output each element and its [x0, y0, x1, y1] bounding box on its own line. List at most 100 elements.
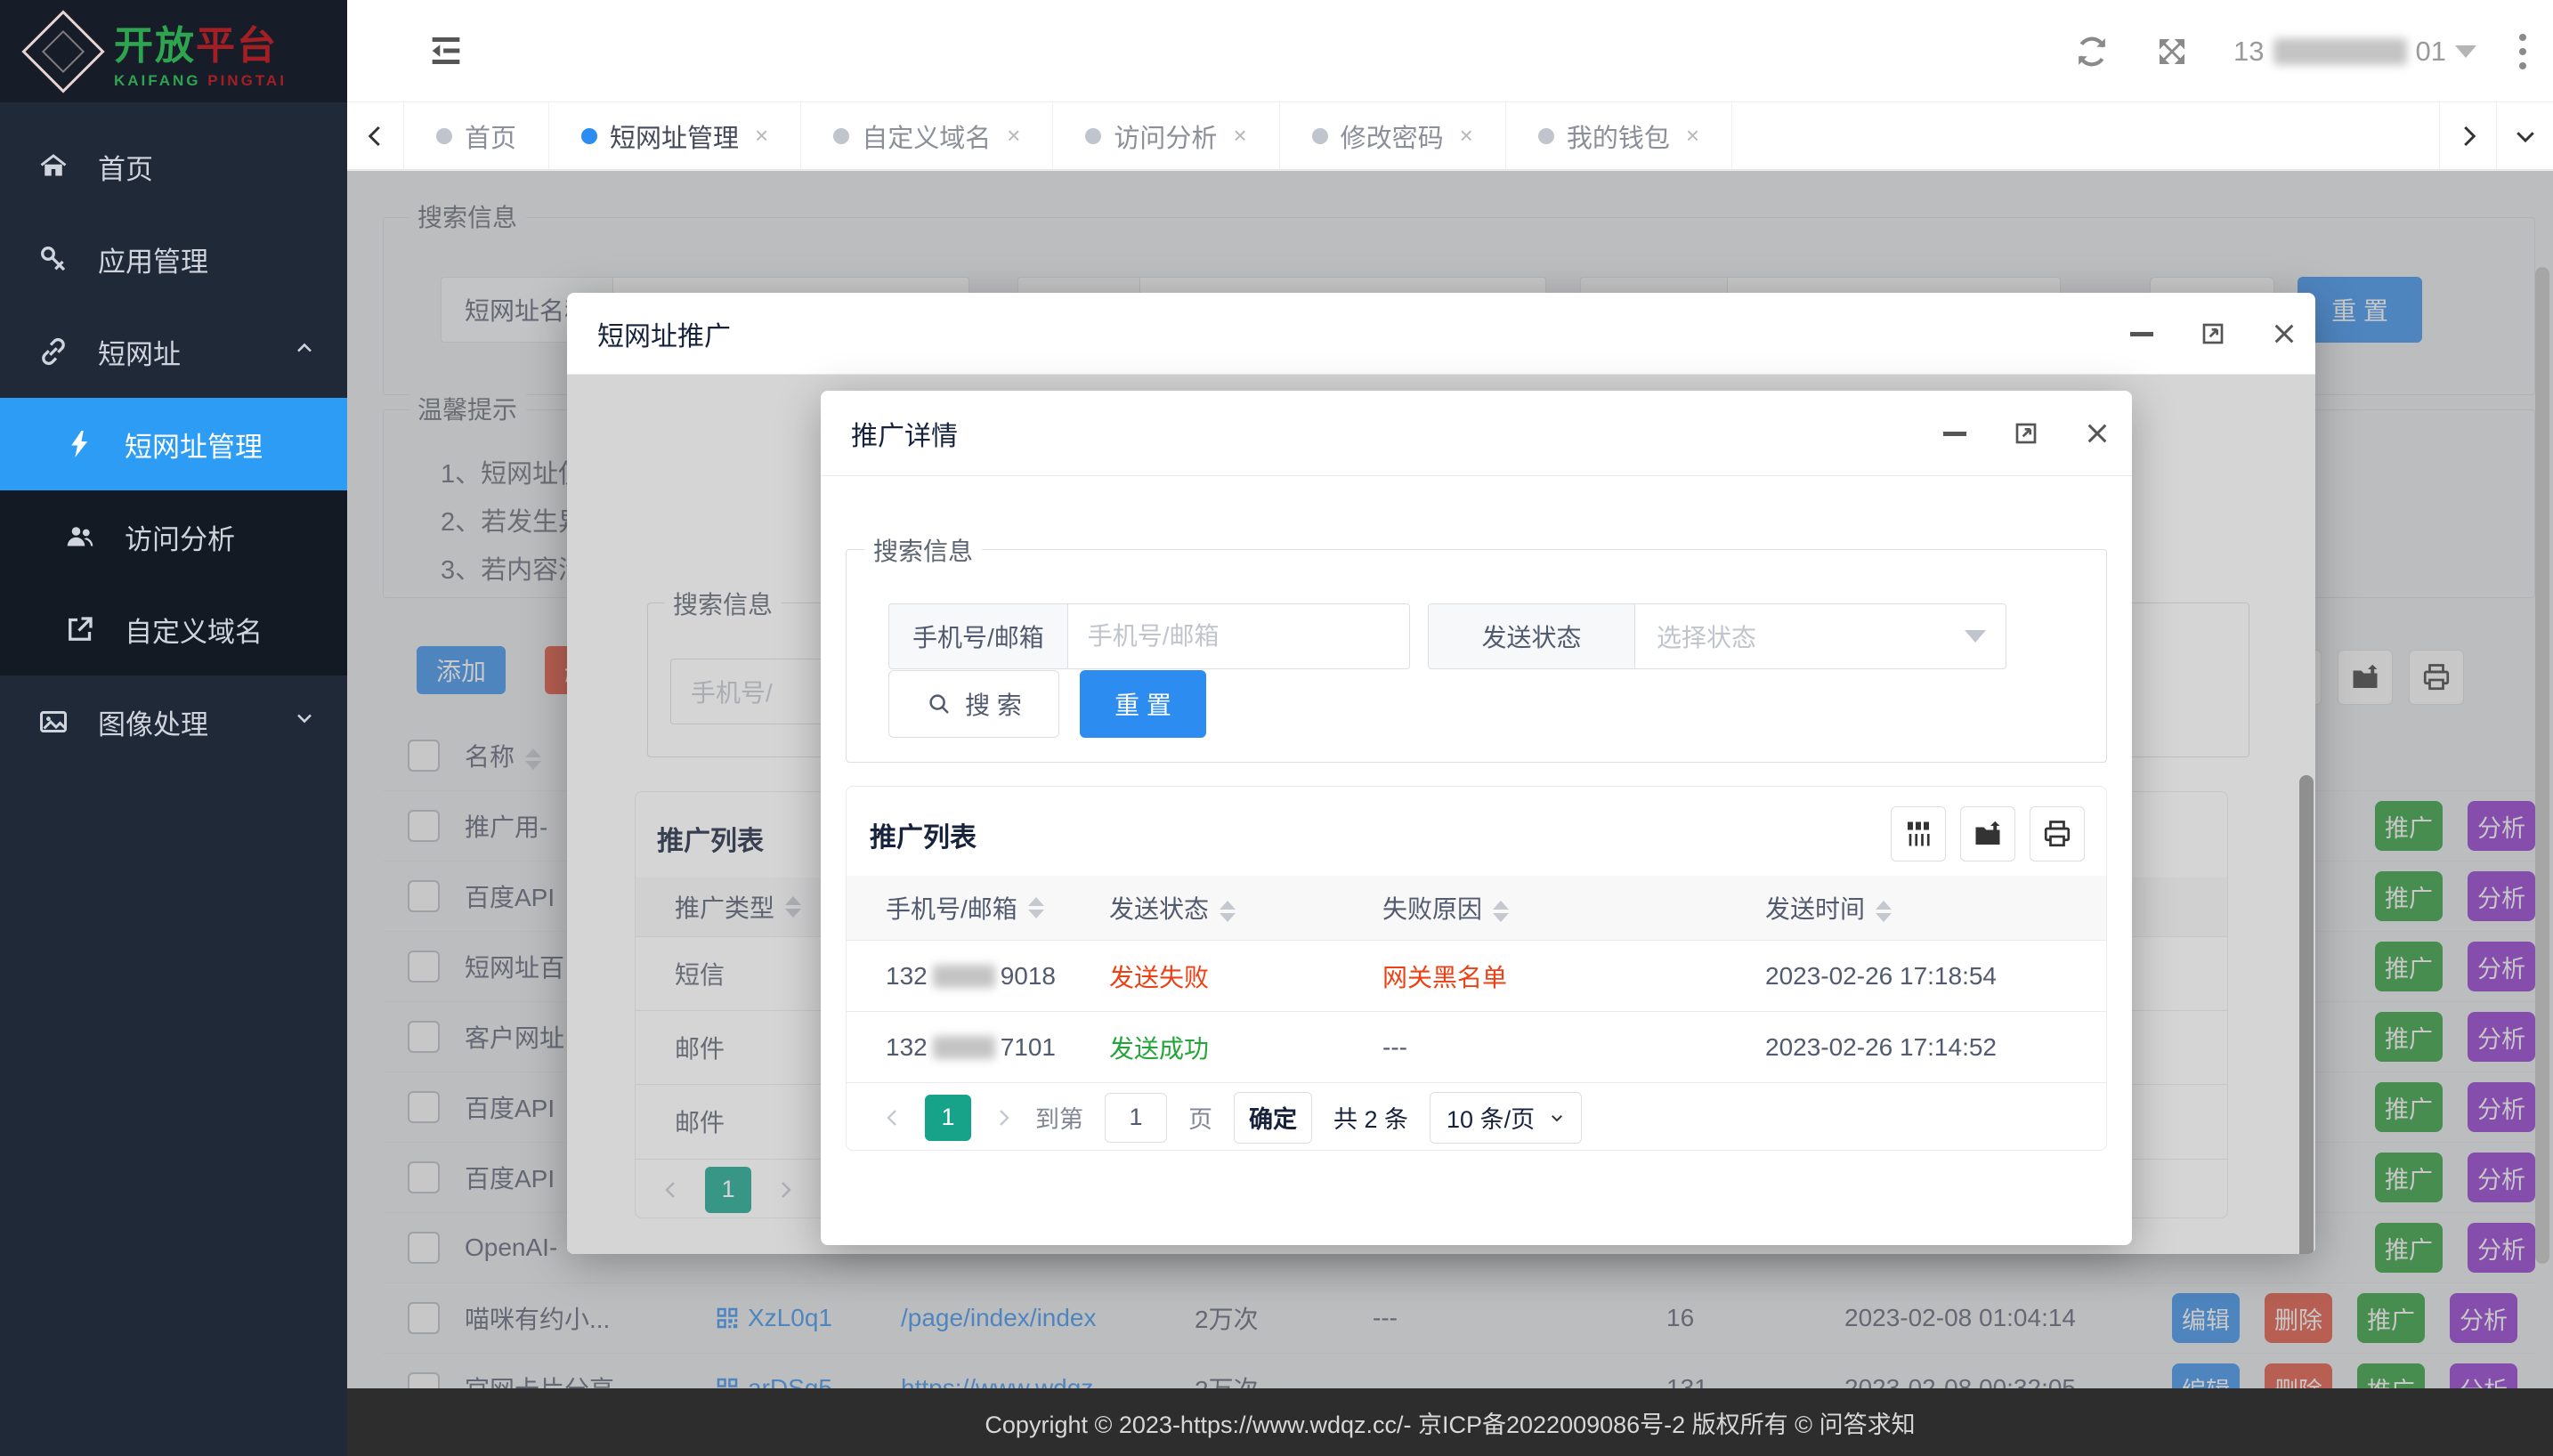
sidebar-item-shorturl[interactable]: 短网址: [0, 305, 347, 398]
tab-dot: [1538, 128, 1554, 144]
tab-my-wallet[interactable]: 我的钱包 ×: [1506, 102, 1732, 169]
top-header: 13 01: [347, 0, 2553, 102]
prev-page-icon[interactable]: [882, 1107, 904, 1128]
modal2-title: 推广详情: [851, 414, 958, 453]
phone-prefix: 13: [2233, 36, 2264, 68]
print-icon[interactable]: [2030, 806, 2085, 861]
status-cell: 发送成功: [1109, 1030, 1382, 1065]
modal2-table-header: 手机号/邮箱 发送状态 失败原因 发送时间: [847, 876, 2106, 940]
sort-icon[interactable]: [1028, 897, 1044, 918]
sort-icon[interactable]: [1220, 901, 1236, 922]
sidebar-item-label: 短网址管理: [125, 425, 263, 465]
next-page-icon[interactable]: [993, 1107, 1014, 1128]
tab-close-icon[interactable]: ×: [1233, 122, 1246, 150]
tab-dot: [581, 128, 597, 144]
modal2-phone-group: 手机号/邮箱: [888, 603, 1410, 669]
tabs-menu-icon[interactable]: [2496, 102, 2553, 169]
modal2-status-label: 发送状态: [1428, 603, 1634, 669]
modal2-search-panel: 搜索信息 手机号/邮箱 发送状态 选择状态 搜 索 重 置: [846, 549, 2107, 763]
modal2-promotion-list: 推广列表 手机号/邮箱 发送状态 失败原因 发送时间 132 9018: [846, 786, 2107, 1151]
time-cell: 2023-02-26 17:18:54: [1765, 962, 2106, 991]
modal2-reset-button[interactable]: 重 置: [1080, 670, 1206, 738]
modal2-search-legend: 搜索信息: [864, 532, 982, 568]
modal2-status-group: 发送状态 选择状态: [1428, 603, 2006, 669]
modal-promotion-detail: 推广详情 搜索信息 手机号/邮箱 发送状态 选择状态: [821, 391, 2132, 1245]
modal2-status-select[interactable]: 选择状态: [1634, 603, 2006, 669]
page-unit-label: 页: [1188, 1100, 1212, 1135]
modal2-phone-input[interactable]: [1067, 603, 1410, 669]
tab-change-password[interactable]: 修改密码×: [1280, 102, 1506, 169]
sort-icon[interactable]: [1876, 901, 1892, 922]
current-page-button[interactable]: 1: [925, 1095, 971, 1141]
col-status: 发送状态: [1109, 895, 1209, 923]
brand-text: 开放平台 KAIFANG PINGTAI: [114, 13, 287, 90]
page-size-select[interactable]: 10 条/页: [1430, 1092, 1582, 1144]
modal1-title: 短网址推广: [597, 314, 731, 353]
tab-visit-analysis[interactable]: 访问分析×: [1053, 102, 1279, 169]
more-menu-icon[interactable]: [2519, 34, 2526, 69]
chevron-up-icon: [292, 336, 317, 368]
maximize-icon[interactable]: [2011, 418, 2041, 449]
tab-home[interactable]: 首页: [404, 102, 549, 169]
copyright-text: Copyright © 2023-https://www.wdqz.cc/- 京…: [985, 1405, 1915, 1440]
sidebar-item-custom-domain[interactable]: 自定义域名: [0, 583, 347, 675]
home-icon: [37, 150, 69, 182]
confirm-page-button[interactable]: 确定: [1234, 1092, 1312, 1144]
phone-prefix: 132: [886, 962, 928, 991]
sidebar-item-home[interactable]: 首页: [0, 120, 347, 213]
sidebar-item-shorturl-manage[interactable]: 短网址管理: [0, 398, 347, 490]
sidebar-item-label: 自定义域名: [125, 610, 263, 650]
sidebar-item-visit-analysis[interactable]: 访问分析: [0, 490, 347, 583]
phone-cell: 132 7101: [847, 1033, 1109, 1062]
status-cell: 发送失败: [1109, 959, 1382, 994]
minimize-icon[interactable]: [2127, 319, 2157, 349]
tab-dot: [1312, 128, 1328, 144]
modal1-header[interactable]: 短网址推广: [567, 293, 2315, 375]
tab-dot: [1085, 128, 1101, 144]
modal2-search-button[interactable]: 搜 索: [888, 670, 1059, 738]
fullscreen-icon[interactable]: [2153, 33, 2191, 70]
redacted-phone-digits: [933, 1036, 995, 1059]
modal2-header[interactable]: 推广详情: [821, 391, 2132, 476]
modal2-pagination: 1 到第 1 页 确定 共 2 条 10 条/页: [847, 1082, 2106, 1152]
export-icon[interactable]: [1960, 806, 2015, 861]
tab-dot: [833, 128, 849, 144]
bolt-icon: [64, 428, 96, 460]
sidebar-collapse-icon[interactable]: [426, 30, 466, 71]
sidebar-item-image-processing[interactable]: 图像处理: [0, 675, 347, 768]
sidebar-item-apps[interactable]: 应用管理: [0, 213, 347, 305]
tab-label: 我的钱包: [1567, 117, 1670, 155]
tab-custom-domain[interactable]: 自定义域名×: [801, 102, 1053, 169]
tabs-scroll-left-icon[interactable]: [347, 102, 404, 169]
col-phone: 手机号/邮箱: [886, 890, 1017, 926]
link-icon: [37, 336, 69, 368]
modal2-list-title: 推广列表: [870, 815, 977, 854]
tab-label: 短网址管理: [610, 117, 739, 155]
close-icon[interactable]: [2269, 319, 2299, 349]
col-time: 发送时间: [1765, 895, 1865, 923]
external-link-icon: [64, 613, 96, 645]
close-icon[interactable]: [2082, 418, 2112, 449]
page-number-input[interactable]: 1: [1105, 1093, 1167, 1143]
tab-close-icon[interactable]: ×: [1686, 122, 1699, 150]
tab-close-icon[interactable]: ×: [1460, 122, 1473, 150]
tab-shorturl-manage[interactable]: 短网址管理 ×: [549, 102, 801, 169]
tab-close-icon[interactable]: ×: [755, 122, 768, 150]
footer: Copyright © 2023-https://www.wdqz.cc/- 京…: [347, 1388, 2553, 1456]
table-row: 132 7101 发送成功 --- 2023-02-26 17:14:52: [847, 1011, 2106, 1082]
sidebar-item-label: 应用管理: [98, 239, 208, 279]
refresh-icon[interactable]: [2073, 33, 2111, 70]
image-icon: [37, 706, 69, 738]
sort-icon[interactable]: [1493, 901, 1509, 922]
modal1-scrollbar[interactable]: [2299, 775, 2314, 1254]
maximize-icon[interactable]: [2198, 319, 2228, 349]
search-icon: [926, 691, 952, 717]
user-account-dropdown[interactable]: 13 01: [2233, 36, 2476, 68]
tabs-scroll-right-icon[interactable]: [2439, 102, 2496, 169]
page-scrollbar[interactable]: [2535, 267, 2549, 1264]
columns-icon[interactable]: [1891, 806, 1946, 861]
tab-close-icon[interactable]: ×: [1007, 122, 1020, 150]
minimize-icon[interactable]: [1940, 418, 1970, 449]
sidebar: 开放平台 KAIFANG PINGTAI 首页 应用管理 短网址 短网址: [0, 0, 347, 1456]
chevron-down-icon: [1965, 630, 1986, 643]
